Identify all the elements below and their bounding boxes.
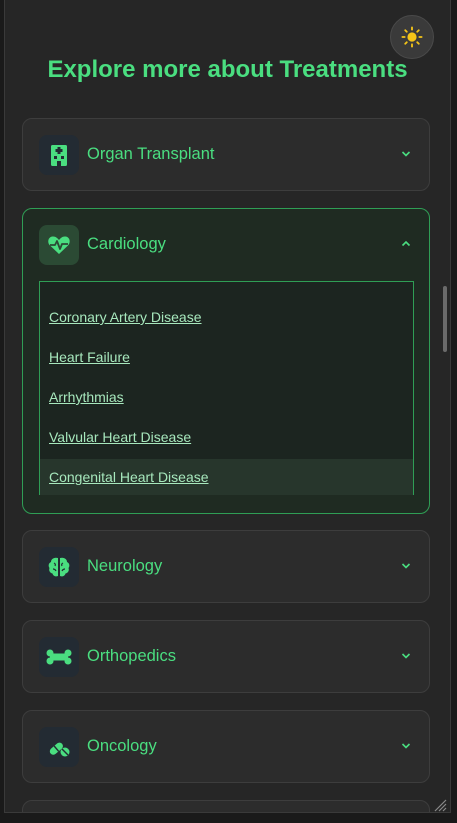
pills-icon <box>39 727 79 767</box>
sun-icon <box>401 26 423 48</box>
chevron-down-icon <box>401 653 411 659</box>
link-coronary-artery-disease[interactable]: Coronary Artery Disease <box>40 299 413 335</box>
hospital-icon <box>39 135 79 175</box>
treatment-label: Oncology <box>87 737 157 755</box>
treatment-label: Organ Transplant <box>87 145 215 163</box>
chevron-up-icon <box>401 240 411 247</box>
theme-toggle-button[interactable] <box>390 15 434 59</box>
chevron-down-icon <box>401 743 411 749</box>
page-title: Explore more about Treatments <box>47 56 408 83</box>
chevron-down-icon <box>401 151 411 157</box>
treatment-label: Neurology <box>87 557 163 575</box>
link-arrhythmias[interactable]: Arrhythmias <box>40 379 413 415</box>
treatment-header[interactable]: Orthopedics <box>23 621 429 693</box>
link-congenital-heart-disease[interactable]: Congenital Heart Disease <box>40 459 413 495</box>
chevron-down-icon <box>401 563 411 569</box>
treatment-header[interactable]: Cardiology <box>23 209 429 281</box>
treatment-card-cardiology[interactable]: Cardiology Coronary Artery Disease Heart… <box>22 208 430 514</box>
brain-icon <box>39 547 79 587</box>
treatment-card-neurology[interactable]: Neurology <box>22 530 430 603</box>
treatment-card-orthopedics[interactable]: Orthopedics <box>22 620 430 693</box>
treatment-header[interactable]: Neurology <box>23 531 429 603</box>
treatment-label: Cardiology <box>87 235 166 253</box>
treatment-header[interactable]: Organ Transplant <box>23 119 429 191</box>
resize-handle-icon[interactable] <box>433 798 447 812</box>
link-heart-failure[interactable]: Heart Failure <box>40 339 413 375</box>
treatment-card-organ-transplant[interactable]: Organ Transplant <box>22 118 430 191</box>
link-valvular-heart-disease[interactable]: Valvular Heart Disease <box>40 419 413 455</box>
treatment-header[interactable]: Oncology <box>23 711 429 783</box>
treatment-label: Orthopedics <box>87 647 176 665</box>
bone-icon <box>39 637 79 677</box>
treatment-card-partial[interactable] <box>22 800 430 812</box>
scrollbar-thumb[interactable] <box>443 286 447 352</box>
heart-pulse-icon <box>39 225 79 265</box>
treatments-panel: Explore more about Treatments Organ Tran… <box>4 0 451 813</box>
treatment-card-oncology[interactable]: Oncology <box>22 710 430 783</box>
cardiology-sublist: Coronary Artery Disease Heart Failure Ar… <box>39 281 414 495</box>
